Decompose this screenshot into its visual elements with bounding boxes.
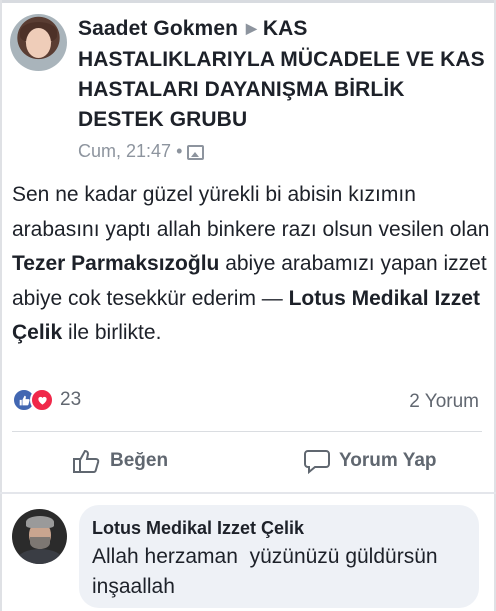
arrow-right-icon: ▶ xyxy=(246,20,257,36)
post-timestamp[interactable]: Cum, 21:47 xyxy=(78,141,171,162)
comment-button-label: Yorum Yap xyxy=(339,450,437,471)
frame-top-border xyxy=(0,0,496,3)
comment-count-link[interactable]: 2 Yorum xyxy=(409,391,479,413)
comment-text: Allah herzaman yüzünüzü güldürsün inşaal… xyxy=(92,545,444,598)
comment-bubble: Lotus Medikal Izzet Çelik Allah herzaman… xyxy=(79,505,479,608)
commenter-avatar[interactable] xyxy=(12,509,67,564)
post-text-part: Sen ne kadar güzel yürekli bi abisin kız… xyxy=(12,183,490,241)
section-divider xyxy=(0,492,496,494)
photo-audience-icon xyxy=(187,145,205,160)
post-header: Saadet Gokmen ▶ KAS HASTALIKLARIYLA MÜCADE… xyxy=(78,14,488,135)
comment-author[interactable]: Lotus Medikal Izzet Çelik xyxy=(92,518,304,539)
meta-separator: • xyxy=(176,141,183,161)
avatar-beard xyxy=(30,537,50,549)
post-text: Sen ne kadar güzel yürekli bi abisin kız… xyxy=(12,178,490,351)
avatar-face xyxy=(26,28,51,58)
reactions-summary[interactable]: 23 xyxy=(12,388,81,412)
post-text-part: ile birlikte. xyxy=(62,321,162,344)
like-button[interactable]: Beğen xyxy=(72,448,168,474)
frame-left-border xyxy=(0,0,2,611)
mention-tezer[interactable]: Tezer Parmaksızoğlu xyxy=(12,252,219,275)
like-button-label: Beğen xyxy=(110,450,169,471)
love-reaction-icon xyxy=(30,388,54,412)
speech-bubble-icon xyxy=(304,450,330,474)
reaction-count: 23 xyxy=(60,389,82,410)
author-avatar[interactable] xyxy=(10,14,67,71)
post-meta: Cum, 21:47 • xyxy=(78,141,205,162)
comment-button[interactable]: Yorum Yap xyxy=(303,448,437,474)
author-name[interactable]: Saadet Gokmen xyxy=(78,17,238,40)
avatar-hair xyxy=(26,516,54,528)
avatar-body xyxy=(17,549,63,564)
thumbs-up-icon xyxy=(73,449,100,473)
divider xyxy=(12,431,482,432)
